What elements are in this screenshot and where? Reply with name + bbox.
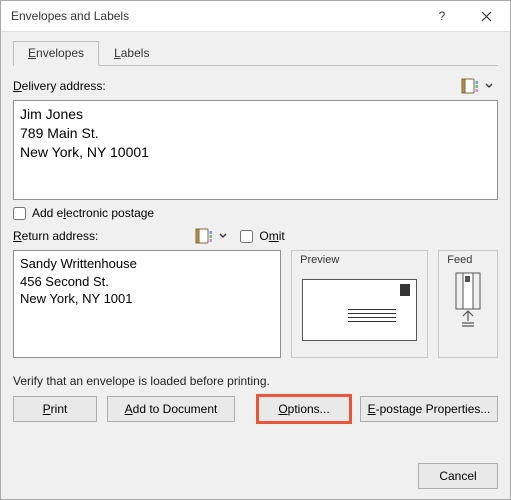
cancel-button[interactable]: Cancel: [418, 463, 498, 489]
button-row: Print Add to Document Options... E-posta…: [13, 396, 498, 422]
preview-panel[interactable]: Preview: [291, 250, 428, 358]
delivery-address-input[interactable]: [13, 100, 498, 200]
close-icon: [481, 11, 492, 22]
return-address-input[interactable]: [13, 250, 281, 358]
content-area: Envelopes Labels Delivery address: Add e…: [1, 32, 510, 499]
footer-row: Cancel: [418, 463, 498, 489]
help-button[interactable]: ?: [420, 2, 464, 30]
omit-label: Omit: [259, 229, 284, 243]
envelopes-labels-dialog: Envelopes and Labels ? Envelopes Labels …: [0, 0, 511, 500]
feed-orientation-icon: [454, 271, 482, 329]
envelope-preview-icon: [302, 279, 417, 341]
electronic-postage-label: Add electronic postage: [32, 206, 154, 220]
titlebar: Envelopes and Labels ?: [1, 1, 510, 32]
feed-panel[interactable]: Feed: [438, 250, 498, 358]
chevron-down-icon: [219, 233, 227, 239]
feed-title: Feed: [447, 254, 472, 266]
dialog-title: Envelopes and Labels: [11, 9, 420, 23]
options-button[interactable]: Options...: [258, 396, 350, 422]
return-address-label: Return address:: [13, 229, 98, 243]
address-book-button-delivery[interactable]: [456, 76, 498, 96]
tab-envelopes[interactable]: Envelopes: [13, 41, 99, 66]
address-book-button-return[interactable]: [190, 226, 232, 246]
delivery-address-label: Delivery address:: [13, 79, 106, 93]
chevron-down-icon: [485, 83, 493, 89]
address-book-icon: [195, 228, 215, 244]
tab-strip: Envelopes Labels: [13, 40, 498, 66]
print-button[interactable]: Print: [13, 396, 97, 422]
address-book-icon: [461, 78, 481, 94]
e-postage-properties-button[interactable]: E-postage Properties...: [360, 396, 498, 422]
preview-title: Preview: [300, 254, 339, 266]
delivery-header-row: Delivery address:: [13, 76, 498, 96]
close-button[interactable]: [464, 2, 508, 30]
tab-labels[interactable]: Labels: [99, 41, 164, 66]
electronic-postage-checkbox[interactable]: Add electronic postage: [13, 206, 498, 220]
middle-row: Preview Feed: [13, 250, 498, 358]
omit-check[interactable]: [240, 230, 253, 243]
verify-text: Verify that an envelope is loaded before…: [13, 374, 498, 388]
return-header-row: Return address: Omit: [13, 226, 498, 246]
electronic-postage-check[interactable]: [13, 207, 26, 220]
add-to-document-button[interactable]: Add to Document: [107, 396, 235, 422]
omit-checkbox[interactable]: Omit: [240, 229, 284, 243]
